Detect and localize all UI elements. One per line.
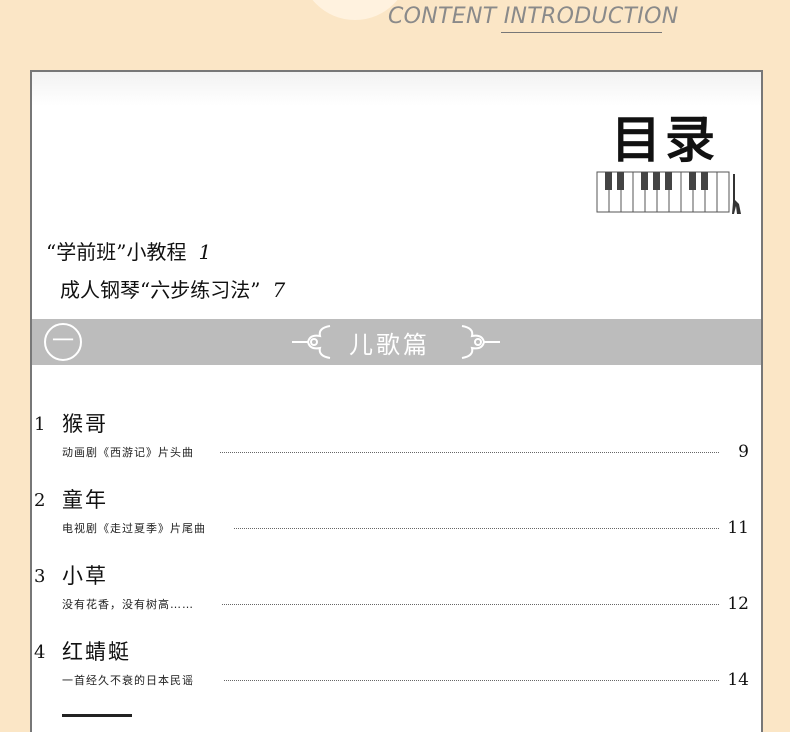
next-entry-cutoff xyxy=(62,714,132,725)
toc-heading: 目录 xyxy=(611,110,719,169)
intro-item-page: 1 xyxy=(198,240,212,264)
song-title: 猴哥 xyxy=(62,412,108,436)
song-subtitle: 一首经久不衰的日本民谣 xyxy=(62,674,194,687)
leader-dots xyxy=(234,528,719,529)
song-number: 1 xyxy=(34,414,46,435)
ornament-right-icon xyxy=(461,325,500,359)
header-title: CONTENT INTRODUCTION xyxy=(388,4,679,29)
intro-item-label: 成人钢琴“六步练习法” xyxy=(60,278,261,302)
song-title: 红蜻蜓 xyxy=(62,640,131,664)
intro-item[interactable]: “学前班”小教程 1 xyxy=(46,236,211,265)
toc-page: 目录 “学前班”小教程 1 成人钢琴“六步练习法” 7 一 儿歌篇 1 猴哥 动… xyxy=(30,70,763,732)
song-subtitle: 没有花香，没有树高…… xyxy=(62,598,194,611)
section-title: 儿歌篇 xyxy=(349,331,430,359)
song-page: 12 xyxy=(727,594,749,614)
song-subtitle: 电视剧《走过夏季》片尾曲 xyxy=(62,522,206,535)
song-page: 9 xyxy=(738,442,749,462)
song-title: 童年 xyxy=(62,488,108,512)
header-underline xyxy=(501,32,662,33)
section-banner: 一 儿歌篇 xyxy=(32,319,761,365)
leader-dots xyxy=(224,680,719,681)
leader-dots xyxy=(222,604,719,605)
song-number: 4 xyxy=(34,642,46,663)
intro-item-page: 7 xyxy=(272,278,286,302)
section-number: 一 xyxy=(44,323,82,361)
intro-item-label: “学前班”小教程 xyxy=(46,240,187,264)
song-page: 14 xyxy=(727,670,749,690)
piano-keys-illustration xyxy=(596,171,741,214)
ornament-left-icon xyxy=(292,325,331,359)
song-subtitle: 动画剧《西游记》片头曲 xyxy=(62,446,194,459)
song-page: 11 xyxy=(727,518,749,538)
song-number: 3 xyxy=(34,566,46,587)
song-number: 2 xyxy=(34,490,46,511)
song-title: 小草 xyxy=(62,564,108,588)
intro-item[interactable]: 成人钢琴“六步练习法” 7 xyxy=(60,274,285,303)
leader-dots xyxy=(220,452,719,453)
